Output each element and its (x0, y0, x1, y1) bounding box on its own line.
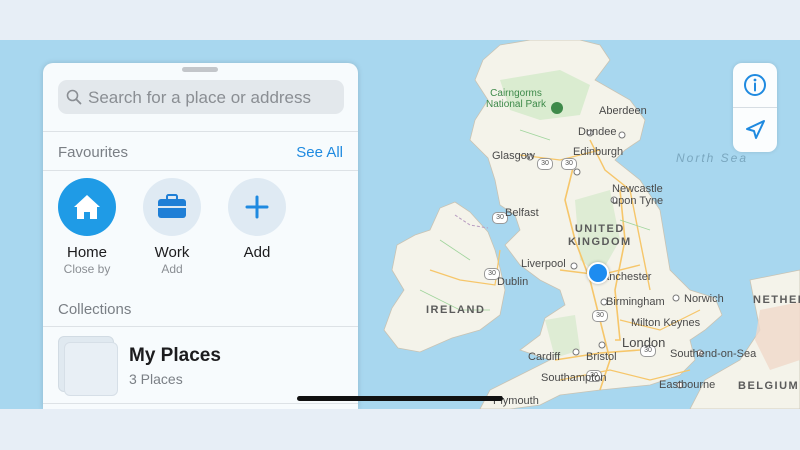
favourite-name: Add (243, 244, 271, 261)
label-cairngorms: Cairngorms National Park (486, 88, 547, 110)
label-edinburgh: Edinburgh (573, 146, 624, 158)
label-liverpool: Liverpool (521, 258, 566, 270)
city-dot (570, 262, 578, 270)
search-placeholder[interactable]: Search for a place or address (88, 88, 311, 108)
current-location-pin[interactable] (587, 262, 609, 284)
park-marker-icon (551, 102, 563, 114)
briefcase-icon (158, 194, 186, 218)
location-button[interactable] (733, 108, 777, 152)
label-ireland: IRELAND (426, 304, 486, 316)
info-icon (744, 74, 766, 96)
road-shield: 30 (537, 158, 553, 170)
bottom-band (0, 409, 800, 450)
favourite-name: Work (154, 244, 190, 261)
city-dot (598, 341, 606, 349)
label-norwich: Norwich (684, 293, 724, 305)
favourite-work[interactable]: Work Add (142, 178, 202, 276)
label-cardiff: Cardiff (528, 351, 561, 363)
divider (43, 403, 358, 404)
home-circle[interactable] (58, 178, 116, 236)
label-southampton: Southampton (541, 372, 607, 384)
label-united-kingdom: UNITED KINGDOM (568, 223, 632, 248)
home-indicator[interactable] (297, 396, 503, 401)
places-panel: Search for a place or address Favourites… (43, 63, 358, 409)
label-eastbourne: Eastbourne (659, 379, 716, 391)
city-dot (572, 348, 580, 356)
city-dot (573, 168, 581, 176)
label-southend: Southend-on-Sea (670, 348, 757, 360)
plus-icon (245, 195, 269, 219)
thumb-front (64, 342, 118, 396)
label-aberdeen: Aberdeen (599, 105, 647, 117)
favourite-home[interactable]: Home Close by (57, 178, 117, 276)
city-dot (618, 131, 626, 139)
favourites-title: Favourites (58, 144, 129, 161)
divider (43, 131, 358, 132)
panel-grabber[interactable] (182, 67, 218, 72)
divider (43, 170, 358, 171)
favourite-sub: Close by (63, 262, 111, 276)
label-birmingham: Birmingham (606, 296, 665, 308)
label-london: London (622, 335, 666, 350)
favourite-sub: Add (161, 262, 183, 276)
favourite-add[interactable]: Add (227, 178, 287, 261)
label-dublin: Dublin (497, 276, 529, 288)
collection-thumbnail[interactable] (58, 336, 118, 396)
collection-title[interactable]: My Places (129, 345, 221, 367)
add-circle[interactable] (228, 178, 286, 236)
label-north-sea: North Sea (676, 151, 749, 165)
road-shield: 30 (592, 310, 608, 322)
search-icon (66, 89, 82, 105)
map-controls (733, 63, 777, 152)
label-glasgow: Glasgow (492, 150, 535, 162)
info-button[interactable] (733, 63, 777, 107)
search-field[interactable]: Search for a place or address (58, 80, 344, 114)
collection-count: 3 Places (129, 371, 183, 387)
city-dot (672, 294, 680, 302)
road-shield: 30 (561, 158, 577, 170)
label-belfast: Belfast (505, 207, 539, 219)
label-dundee: Dundee (578, 126, 617, 138)
top-band (0, 0, 800, 40)
location-arrow-icon (746, 120, 765, 139)
house-icon (74, 195, 100, 219)
collections-title: Collections (58, 301, 132, 318)
label-belgium: BELGIUM (738, 380, 800, 392)
see-all-link[interactable]: See All (296, 144, 343, 161)
label-milton-keynes: Milton Keynes (631, 317, 701, 329)
divider (43, 326, 358, 327)
label-bristol: Bristol (586, 351, 617, 363)
work-circle[interactable] (143, 178, 201, 236)
label-netherlands: NETHER (753, 294, 800, 306)
favourite-name: Home (66, 244, 107, 261)
label-newcastle: Newcastle upon Tyne (612, 183, 664, 207)
